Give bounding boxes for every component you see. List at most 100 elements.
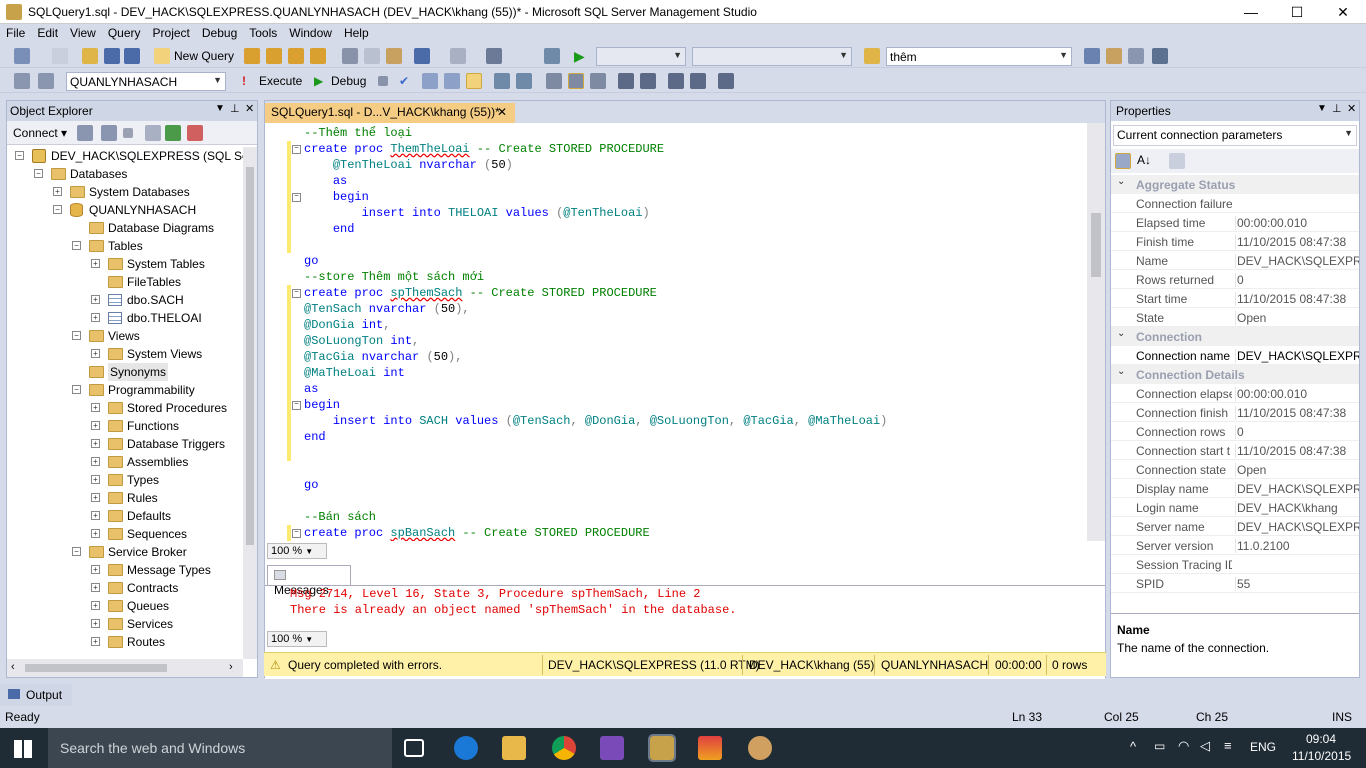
expand-icon[interactable]: + [91, 403, 100, 412]
output-tab[interactable]: Output [0, 684, 72, 706]
expand-icon[interactable]: + [91, 349, 100, 358]
parse-icon[interactable]: ✔ [399, 74, 409, 88]
tree-node[interactable]: − Tables [7, 237, 243, 255]
close-icon[interactable]: ✕ [245, 102, 254, 115]
expand-icon[interactable]: + [91, 475, 100, 484]
property-row[interactable]: Display nameDEV_HACK\SQLEXPRESS [1111, 479, 1359, 498]
menu-file[interactable]: File [0, 24, 31, 40]
ssms-taskbar-icon[interactable] [648, 734, 676, 762]
tree-node[interactable]: + Assemblies [7, 453, 243, 471]
battery-icon[interactable]: ▭ [1154, 739, 1165, 753]
solution-explorer-icon[interactable] [1084, 48, 1100, 64]
connect-button[interactable]: Connect ▾ [13, 126, 67, 140]
new-query-icon[interactable] [154, 48, 170, 64]
property-row[interactable]: Connection state Open [1111, 460, 1359, 479]
dax-query-icon[interactable] [310, 48, 326, 64]
mdx-query-icon[interactable] [244, 48, 260, 64]
refresh-icon[interactable] [165, 125, 181, 141]
property-row[interactable]: Server nameDEV_HACK\SQLEXPRESS [1111, 517, 1359, 536]
cancel-query-icon[interactable] [378, 76, 388, 86]
property-row[interactable]: SPID 55 [1111, 574, 1359, 593]
panel-dropdown-icon[interactable]: ▼ [1317, 103, 1327, 114]
tree-node[interactable]: + Rules [7, 489, 243, 507]
add-item-icon[interactable] [52, 48, 68, 64]
clock-date[interactable]: 11/10/2015 [1292, 749, 1351, 763]
display-plan-icon[interactable] [422, 73, 438, 89]
expand-icon[interactable]: + [91, 637, 100, 646]
property-row[interactable]: Connection rows 0 [1111, 422, 1359, 441]
tree-node[interactable]: + Message Types [7, 561, 243, 579]
specify-values-icon[interactable] [718, 73, 734, 89]
close-icon[interactable]: ✕ [1347, 102, 1356, 115]
start-debug-icon[interactable]: ▶ [574, 48, 590, 64]
collapse-region-icon[interactable]: − [292, 401, 301, 410]
execute-button[interactable]: Execute [259, 74, 302, 88]
expand-icon[interactable]: + [91, 439, 100, 448]
collapse-icon[interactable]: − [72, 241, 81, 250]
filter-icon[interactable] [145, 125, 161, 141]
activity-monitor-icon[interactable] [187, 125, 203, 141]
intellisense-icon[interactable] [466, 73, 482, 89]
property-row[interactable]: Server version 11.0.2100 [1111, 536, 1359, 555]
property-row[interactable]: Session Tracing ID [1111, 555, 1359, 574]
property-row[interactable]: Connection finish 11/10/2015 08:47:38 [1111, 403, 1359, 422]
expand-icon[interactable]: + [91, 565, 100, 574]
query-designer-icon[interactable] [444, 73, 460, 89]
solution-config-combo[interactable]: ▼ [596, 47, 686, 66]
copy-icon[interactable] [364, 48, 380, 64]
panel-dropdown-icon[interactable]: ▼ [215, 103, 225, 114]
property-row[interactable]: Connection nameDEV_HACK\SQLEXPRESS [1111, 346, 1359, 365]
collapse-icon[interactable]: ⌄ [1117, 328, 1125, 339]
paint-icon[interactable] [748, 736, 772, 760]
property-row[interactable]: Connection start t 11/10/2015 08:47:38 [1111, 441, 1359, 460]
tree-vertical-scrollbar[interactable] [243, 147, 257, 659]
menu-view[interactable]: View [64, 24, 102, 40]
save-icon[interactable] [104, 48, 120, 64]
property-row[interactable]: NameDEV_HACK\SQLEXPRESS [1111, 251, 1359, 270]
expand-icon[interactable]: + [91, 295, 100, 304]
collapse-icon[interactable]: − [15, 151, 24, 160]
results-to-text-icon[interactable] [546, 73, 562, 89]
tree-node[interactable]: − Views [7, 327, 243, 345]
photo-app-icon[interactable] [698, 736, 722, 760]
new-project-icon[interactable] [14, 48, 30, 64]
property-row[interactable]: Start time 11/10/2015 08:47:38 [1111, 289, 1359, 308]
tree-node[interactable]: − Databases [7, 165, 243, 183]
visual-studio-icon[interactable] [600, 736, 624, 760]
database-combo[interactable]: QUANLYNHASACH ▼ [66, 72, 226, 91]
new-query-button[interactable]: New Query [174, 49, 234, 63]
results-to-grid-icon[interactable] [568, 73, 584, 89]
categorized-icon[interactable] [1115, 153, 1131, 169]
taskbar-search[interactable]: Search the web and Windows [48, 728, 392, 768]
scroll-left-icon[interactable]: ‹ [11, 661, 15, 673]
expand-icon[interactable]: + [91, 421, 100, 430]
tree-node[interactable]: + dbo.SACH [7, 291, 243, 309]
tree-node[interactable]: − Service Broker [7, 543, 243, 561]
property-category[interactable]: ⌄ Connection Details [1111, 365, 1359, 384]
disconnect-icon[interactable] [101, 125, 117, 141]
tree-node[interactable]: + Queues [7, 597, 243, 615]
wifi-icon[interactable]: ◠ [1178, 738, 1189, 754]
collapse-icon[interactable]: − [72, 547, 81, 556]
properties-object-combo[interactable]: Current connection parameters ▼ [1113, 125, 1357, 146]
tree-node[interactable]: + Sequences [7, 525, 243, 543]
expand-icon[interactable]: + [91, 259, 100, 268]
collapse-region-icon[interactable]: − [292, 529, 301, 538]
expand-icon[interactable]: + [91, 313, 100, 322]
find-in-files-icon[interactable] [864, 48, 880, 64]
collapse-region-icon[interactable]: − [292, 145, 301, 154]
connect-object-icon[interactable] [77, 125, 93, 141]
tab-sqlquery1[interactable]: SQLQuery1.sql - D...V_HACK\khang (55))* … [265, 103, 515, 123]
navigate-icon[interactable] [486, 48, 502, 64]
comment-icon[interactable] [618, 73, 634, 89]
tree-node[interactable]: − Programmability [7, 381, 243, 399]
scroll-right-icon[interactable]: › [229, 661, 233, 673]
language-indicator[interactable]: ENG [1250, 740, 1276, 754]
tree-node[interactable]: + Types [7, 471, 243, 489]
collapse-icon[interactable]: − [72, 331, 81, 340]
collapse-region-icon[interactable]: − [292, 289, 301, 298]
tree-node[interactable]: + Database Triggers [7, 435, 243, 453]
tree-horizontal-scrollbar[interactable]: ‹ › [7, 659, 243, 677]
undo-icon[interactable] [414, 48, 430, 64]
chrome-icon[interactable] [552, 736, 576, 760]
